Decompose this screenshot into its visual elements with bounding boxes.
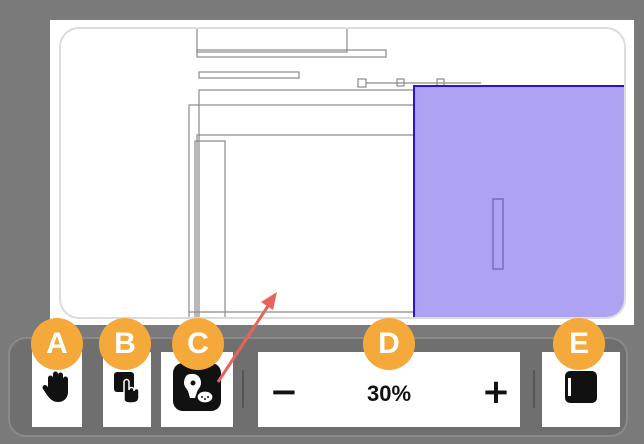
toolbar-divider (533, 370, 535, 408)
sketch-shape (196, 29, 348, 53)
selection-rectangle (413, 85, 624, 317)
sketch-shape (196, 49, 387, 58)
canvas-frame[interactable] (50, 20, 634, 325)
toolbar-divider (242, 370, 244, 408)
badge-b: B (99, 318, 151, 370)
badge-d: D (363, 318, 415, 370)
sketch-shape (198, 71, 300, 79)
badge-a: A (31, 318, 83, 370)
drawing-sketch (188, 29, 624, 317)
zoom-in-button[interactable]: + (476, 372, 516, 412)
sketch-shape (357, 78, 367, 88)
drawing-canvas[interactable] (59, 27, 626, 319)
touch-icon (112, 370, 142, 409)
panel-icon (565, 371, 597, 408)
zoom-level: 30% (366, 380, 412, 406)
badge-e: E (553, 318, 605, 370)
hand-icon (42, 370, 72, 409)
badge-c: C (172, 318, 224, 370)
zoom-out-button[interactable]: − (264, 372, 304, 412)
